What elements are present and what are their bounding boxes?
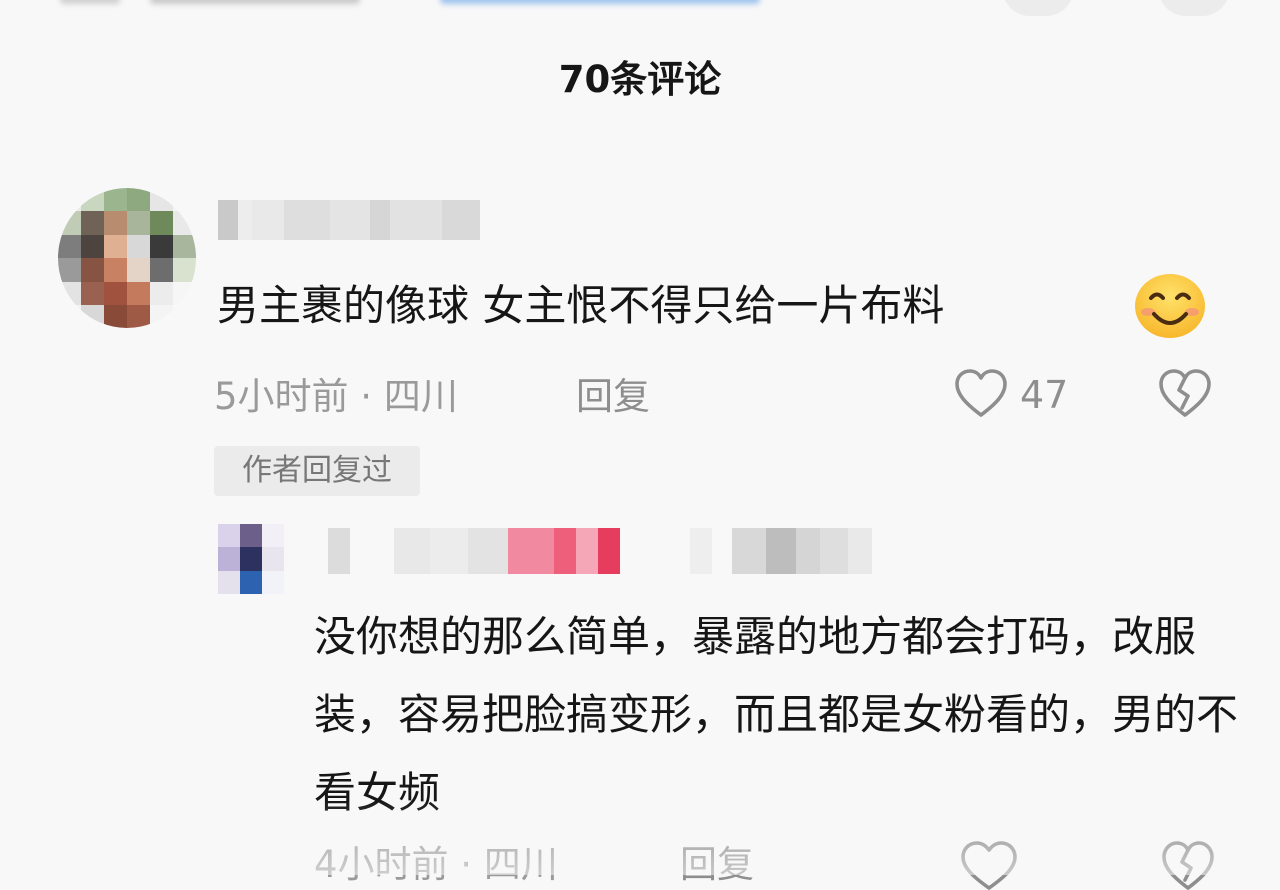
- commenter-name[interactable]: [218, 200, 480, 240]
- comment-text: 男主裹的像球 女主恨不得只给一片布料: [217, 281, 945, 330]
- reply-button[interactable]: 回复: [576, 372, 650, 422]
- top-caption-cutoff: [60, 0, 760, 8]
- avatar[interactable]: [58, 188, 196, 328]
- reply-text: 没你想的那么简单，暴露的地方都会打码，改服装，容易把脸搞变形，而且都是女粉看的，…: [314, 612, 1239, 817]
- comment-count-title: 70条评论: [558, 58, 722, 101]
- author-replied-badge[interactable]: 作者回复过: [214, 446, 420, 496]
- reply-user-name[interactable]: [328, 528, 872, 574]
- smile-emoji-icon: [1135, 274, 1205, 338]
- reply-avatar[interactable]: [218, 524, 284, 594]
- like-count: 47: [1020, 373, 1069, 417]
- broken-heart-icon[interactable]: [1157, 368, 1213, 420]
- comment-time-location: 5小时前 · 四川: [214, 375, 458, 418]
- top-action-button[interactable]: [1002, 0, 1074, 16]
- heart-outline-icon[interactable]: [953, 368, 1009, 420]
- bottom-fade-overlay: [0, 800, 1280, 875]
- top-close-button[interactable]: [1158, 0, 1230, 16]
